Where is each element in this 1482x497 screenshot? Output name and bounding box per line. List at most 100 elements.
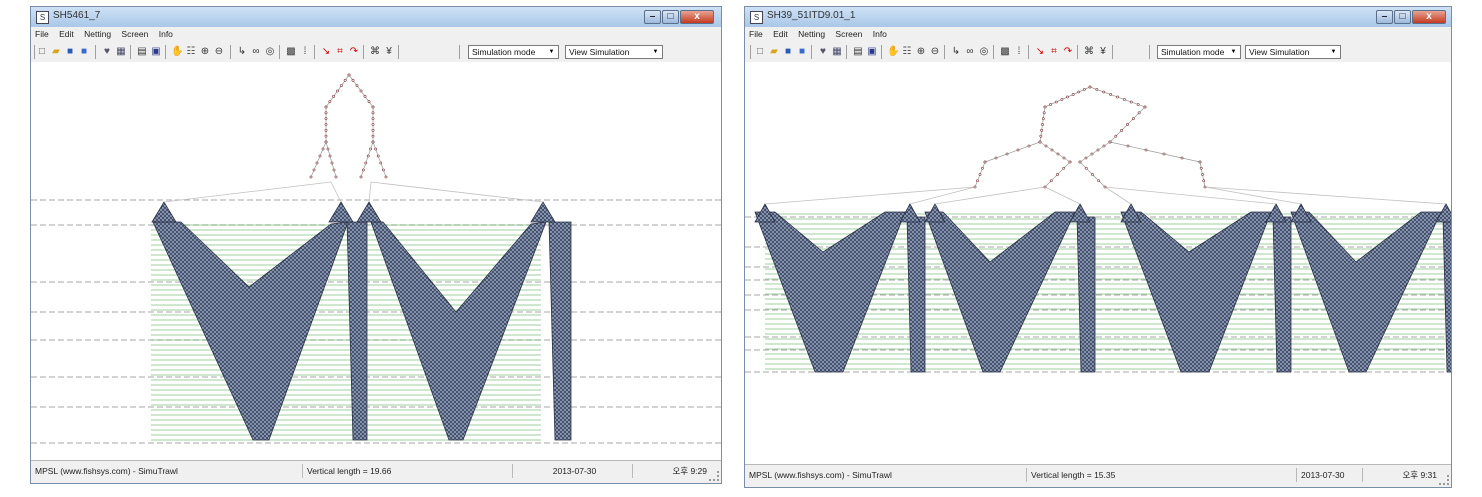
toolbar-separator: [459, 45, 460, 59]
maximize-button[interactable]: □: [662, 10, 679, 24]
bridle-node: [364, 161, 368, 165]
axis-icon[interactable]: ↳: [236, 45, 248, 58]
simulation-canvas[interactable]: [31, 62, 721, 462]
frame-icon[interactable]: ⌗: [334, 45, 346, 58]
status-time: 오후 9:29: [672, 466, 707, 476]
bars-icon[interactable]: ⁞: [299, 45, 311, 58]
link-icon[interactable]: ∞: [250, 45, 262, 58]
menu-info[interactable]: Info: [155, 27, 177, 39]
menu-file[interactable]: File: [31, 27, 53, 39]
unlink-icon[interactable]: ◎: [264, 45, 276, 58]
mesh-icon[interactable]: ▩: [285, 45, 297, 58]
unlink-icon[interactable]: ◎: [978, 45, 990, 58]
simulation-mode-select[interactable]: Simulation mode ▼: [468, 45, 559, 59]
bridle-node: [332, 168, 336, 172]
bridle-node: [351, 78, 355, 82]
hand-pan-icon[interactable]: ✋: [887, 45, 899, 58]
axis-icon[interactable]: ↳: [950, 45, 962, 58]
menu-edit[interactable]: Edit: [55, 27, 78, 39]
bridle-node: [355, 84, 359, 88]
bridle-node: [367, 100, 371, 104]
rope-icon[interactable]: ↘: [1034, 45, 1046, 58]
print-icon[interactable]: ▤: [136, 45, 148, 58]
menu-file[interactable]: File: [745, 27, 767, 39]
calc-icon[interactable]: ♥: [101, 45, 113, 58]
frame-icon[interactable]: ⌗: [1048, 45, 1060, 58]
title-bar[interactable]: S SH5461_7 – □ x: [31, 7, 721, 27]
rope-icon[interactable]: ↘: [320, 45, 332, 58]
mesh-icon[interactable]: ▩: [999, 45, 1011, 58]
bridle-node: [1071, 93, 1075, 96]
chevron-down-icon[interactable]: ▼: [650, 47, 661, 57]
bridle-node: [1136, 103, 1140, 106]
status-date: 2013-07-30: [513, 464, 633, 478]
close-button[interactable]: x: [680, 10, 714, 24]
close-button[interactable]: x: [1412, 10, 1446, 24]
bridle-node: [1201, 173, 1204, 176]
menu-screen[interactable]: Screen: [117, 27, 152, 39]
maximize-button[interactable]: □: [1394, 10, 1411, 24]
hand-pan-icon[interactable]: ✋: [171, 45, 183, 58]
menu-edit[interactable]: Edit: [769, 27, 792, 39]
trawl-net-drawing: [31, 73, 721, 444]
resize-grip[interactable]: [1439, 475, 1449, 485]
curve-icon[interactable]: ↷: [1062, 45, 1074, 58]
bridle-node: [371, 134, 375, 138]
new-file-icon[interactable]: □: [36, 45, 48, 58]
chevron-down-icon[interactable]: ▼: [546, 47, 557, 57]
menu-netting[interactable]: Netting: [80, 27, 115, 39]
menu-screen[interactable]: Screen: [831, 27, 866, 39]
zoom-in-icon[interactable]: ⊕: [915, 45, 927, 58]
bars-icon[interactable]: ⁞: [1013, 45, 1025, 58]
bridle-node: [1056, 173, 1059, 176]
simulation-mode-select[interactable]: Simulation mode ▼: [1157, 45, 1241, 59]
sinker-icon[interactable]: ¥: [383, 45, 395, 58]
minimize-button[interactable]: –: [644, 10, 661, 24]
bridle-node: [973, 185, 977, 189]
menu-info[interactable]: Info: [869, 27, 891, 39]
save-as-icon[interactable]: ■: [78, 45, 90, 58]
select-icon[interactable]: ☷: [901, 45, 913, 58]
menu-netting[interactable]: Netting: [794, 27, 829, 39]
save-as-icon[interactable]: ■: [796, 45, 808, 58]
open-folder-icon[interactable]: ▰: [50, 45, 62, 58]
chevron-down-icon[interactable]: ▼: [1328, 47, 1339, 57]
view-select[interactable]: View Simulation ▼: [1245, 45, 1341, 59]
calc-icon[interactable]: ♥: [817, 45, 829, 58]
rope-line: [163, 181, 332, 203]
print-preview-icon[interactable]: ▣: [866, 45, 878, 58]
toolbar-separator: [279, 45, 280, 59]
save-icon[interactable]: ■: [782, 45, 794, 58]
save-icon[interactable]: ■: [64, 45, 76, 58]
bridle-node: [1095, 88, 1099, 91]
view-select[interactable]: View Simulation ▼: [565, 45, 663, 59]
bridle-node: [1122, 98, 1126, 101]
print-preview-icon[interactable]: ▣: [150, 45, 162, 58]
chevron-down-icon[interactable]: ▼: [1228, 47, 1239, 57]
grid-icon[interactable]: ▦: [831, 45, 843, 58]
trawl-net-drawing: [745, 85, 1451, 373]
net-panel: [1290, 211, 1442, 373]
sinker-icon[interactable]: ¥: [1097, 45, 1109, 58]
net-float-triangle: [530, 201, 556, 223]
simulation-canvas[interactable]: [745, 62, 1451, 462]
new-file-icon[interactable]: □: [754, 45, 766, 58]
link-icon[interactable]: ∞: [964, 45, 976, 58]
resize-grip[interactable]: [709, 471, 719, 481]
minimize-button[interactable]: –: [1376, 10, 1393, 24]
curve-icon[interactable]: ↷: [348, 45, 360, 58]
select-icon[interactable]: ☷: [185, 45, 197, 58]
toolbar-separator: [230, 45, 231, 59]
float-icon[interactable]: ⌘: [1083, 45, 1095, 58]
title-bar[interactable]: S SH39_51ITD9.01_1 – □ x: [745, 7, 1451, 27]
bridle-node: [976, 179, 979, 183]
bridle-node: [1198, 160, 1202, 164]
print-icon[interactable]: ▤: [852, 45, 864, 58]
grid-icon[interactable]: ▦: [115, 45, 127, 58]
toolbar-separator: [398, 45, 399, 59]
zoom-out-icon[interactable]: ⊖: [929, 45, 941, 58]
open-folder-icon[interactable]: ▰: [768, 45, 780, 58]
zoom-in-icon[interactable]: ⊕: [199, 45, 211, 58]
float-icon[interactable]: ⌘: [369, 45, 381, 58]
zoom-out-icon[interactable]: ⊖: [213, 45, 225, 58]
